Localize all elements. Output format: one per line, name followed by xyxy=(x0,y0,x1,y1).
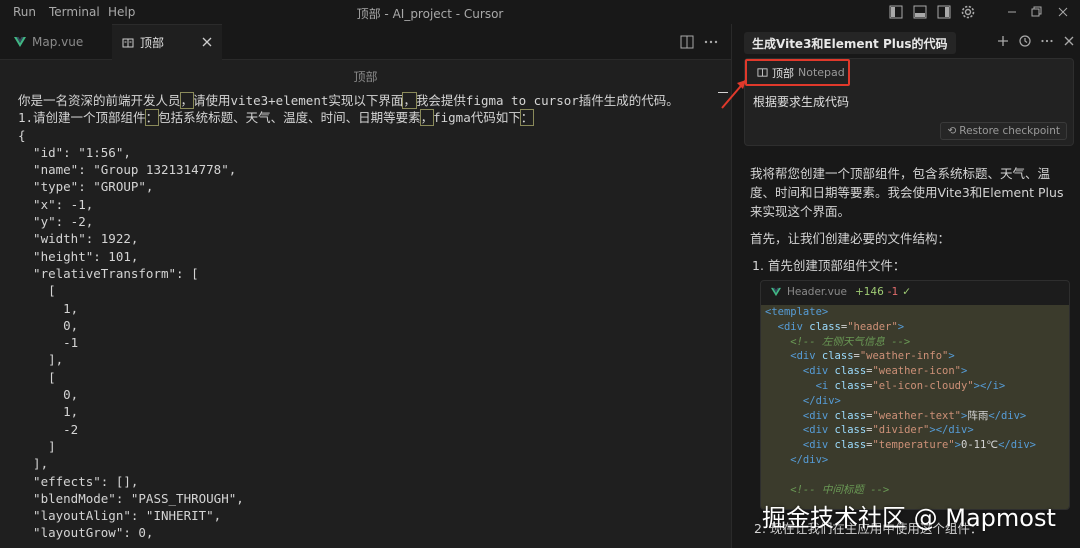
code-line: "layoutGrow": 0, xyxy=(18,525,154,541)
minimize-icon[interactable] xyxy=(1004,4,1020,20)
code-block-filename: Header.vue xyxy=(787,286,847,298)
code-line: "relativeTransform": [ xyxy=(18,265,199,281)
watermark: 掘金技术社区 @ Mapmost xyxy=(762,504,1056,532)
code-line: "type": "GROUP", xyxy=(18,179,154,195)
close-icon[interactable] xyxy=(1062,34,1076,48)
reply-paragraph: 我将帮您创建一个顶部组件，包含系统标题、天气、温度、时间和日期等要素。我会使用V… xyxy=(750,166,1064,219)
chat-title[interactable]: 生成Vite3和Element Plus的代码 xyxy=(744,32,956,54)
vue-icon xyxy=(771,287,781,297)
chat-panel: 生成Vite3和Element Plus的代码 顶部 Notepad 根据要求生… xyxy=(731,24,1080,548)
more-icon[interactable] xyxy=(1040,34,1054,48)
restore-label: Restore checkpoint xyxy=(959,125,1060,137)
close-icon[interactable] xyxy=(200,35,214,49)
code-line: 1, xyxy=(18,404,79,420)
toggle-sidebar-icon[interactable] xyxy=(888,4,904,20)
code-block-card[interactable]: Header.vue +146 -1 ✓ <template> <div cla… xyxy=(760,280,1070,510)
restore-icon: ⟲ xyxy=(947,125,957,137)
code-line: [ xyxy=(18,283,56,299)
plus-icon[interactable] xyxy=(996,34,1010,48)
restore-window-icon[interactable] xyxy=(1028,4,1044,20)
code-line: ], xyxy=(18,456,49,472)
code-line: "id": "1:56", xyxy=(18,144,131,160)
notepad-icon xyxy=(757,68,768,77)
more-actions-icon[interactable] xyxy=(703,34,719,50)
assistant-reply: 我将帮您创建一个顶部组件，包含系统标题、天气、温度、时间和日期等要素。我会使用V… xyxy=(750,164,1068,283)
code-line: 你是一名资深的前端开发人员，请使用vite3+element实现以下界面，我会提… xyxy=(18,92,679,109)
editor-tab-bar: Map.vue 顶部 xyxy=(0,24,731,60)
code-block-header: Header.vue +146 -1 ✓ xyxy=(761,281,1069,303)
lines-removed: -1 xyxy=(887,286,899,298)
code-line: [ xyxy=(18,369,56,385)
code-line: ], xyxy=(18,352,64,368)
code-line: 1, xyxy=(18,300,79,316)
vue-icon xyxy=(14,37,26,47)
notepad-context-chip[interactable]: 顶部 Notepad xyxy=(745,59,850,86)
code-line: "effects": [], xyxy=(18,473,139,489)
annotation-arrow xyxy=(721,79,747,109)
toggle-secondary-sidebar-icon[interactable] xyxy=(936,4,952,20)
close-window-icon[interactable] xyxy=(1055,4,1071,20)
chip-name: 顶部 xyxy=(772,66,794,80)
tab-notepad[interactable]: 顶部 xyxy=(112,24,222,60)
split-editor-icon[interactable] xyxy=(679,34,695,50)
tab-label: Map.vue xyxy=(32,35,84,49)
code-line: 0, xyxy=(18,317,79,333)
reply-step: 1. 首先创建顶部组件文件： xyxy=(752,258,906,273)
notepad-icon xyxy=(122,38,134,47)
code-line: "height": 101, xyxy=(18,248,139,264)
code-line: "x": -1, xyxy=(18,196,94,212)
code-line: { xyxy=(18,127,26,143)
gear-icon[interactable] xyxy=(960,4,976,20)
tab-label: 顶部 xyxy=(140,36,165,50)
code-line: "layoutAlign": "INHERIT", xyxy=(18,508,222,524)
toggle-panel-icon[interactable] xyxy=(912,4,928,20)
check-icon: ✓ xyxy=(902,286,912,298)
code-line: "y": -2, xyxy=(18,214,94,230)
lines-added: +146 xyxy=(854,286,884,298)
chip-type: Notepad xyxy=(798,66,845,79)
prompt-text: 根据要求生成代码 xyxy=(753,95,850,109)
notepad-heading: 顶部 xyxy=(353,70,378,84)
code-line: "name": "Group 1321314778", xyxy=(18,162,237,178)
history-icon[interactable] xyxy=(1018,34,1032,48)
code-line: -2 xyxy=(18,421,79,437)
code-line: ] xyxy=(18,438,56,454)
notepad-content[interactable]: 你是一名资深的前端开发人员，请使用vite3+element实现以下界面，我会提… xyxy=(18,92,679,542)
notepad-editor[interactable]: 顶部 你是一名资深的前端开发人员，请使用vite3+element实现以下界面，… xyxy=(0,60,731,548)
code-block-content: <template> <div class="header"> <!-- 左侧天… xyxy=(761,305,1069,509)
code-line: 1.请创建一个顶部组件：包括系统标题、天气、温度、时间、日期等要素，figma代… xyxy=(18,109,535,127)
restore-checkpoint-button[interactable]: ⟲ Restore checkpoint xyxy=(940,122,1067,140)
code-line: "blendMode": "PASS_THROUGH", xyxy=(18,490,244,506)
reply-paragraph: 首先，让我们创建必要的文件结构： xyxy=(750,231,951,246)
tab-map-vue[interactable]: Map.vue xyxy=(0,24,112,60)
user-message[interactable]: 顶部 Notepad 根据要求生成代码 ⟲ Restore checkpoint xyxy=(744,58,1074,146)
code-line: 0, xyxy=(18,387,79,403)
code-line: -1 xyxy=(18,335,79,351)
title-bar: Run Terminal Help 顶部 - AI_project - Curs… xyxy=(0,0,1080,24)
window-title: 顶部 - AI_project - Cursor xyxy=(356,7,504,21)
code-line: "width": 1922, xyxy=(18,231,139,247)
